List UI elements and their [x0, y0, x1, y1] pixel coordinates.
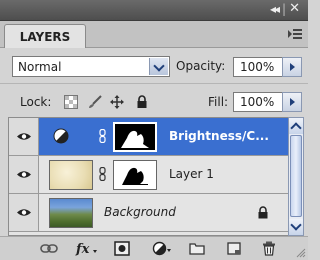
new-layer-icon[interactable]: [226, 241, 242, 256]
layer-name[interactable]: Brightness/C...: [169, 129, 269, 143]
layers-bottom-toolbar: fx: [0, 236, 308, 260]
scroll-down-button[interactable]: [289, 219, 303, 235]
panel-title-bar: ◂◂ | ✕: [0, 0, 308, 21]
adjustment-layer-icon: [53, 128, 69, 144]
opacity-input[interactable]: 100%: [233, 57, 283, 77]
fill-input[interactable]: 100%: [233, 92, 283, 112]
lock-move-icon[interactable]: [110, 95, 124, 109]
layer-name[interactable]: Layer 1: [169, 167, 214, 181]
lock-fill-row: Lock: Fill: 100%: [0, 83, 308, 118]
mask-silhouette-icon: [122, 167, 148, 185]
blend-mode-value: Normal: [18, 60, 62, 74]
link-chain-icon[interactable]: [99, 129, 106, 143]
layer-row-layer1[interactable]: Layer 1: [9, 156, 289, 194]
collapse-panel-icon[interactable]: ◂◂: [270, 2, 280, 16]
lock-label: Lock:: [20, 95, 52, 109]
delete-layer-icon[interactable]: [262, 241, 276, 256]
layer-row-brightness[interactable]: Brightness/C...: [9, 118, 289, 156]
layer-style-fx-icon[interactable]: fx: [75, 241, 99, 256]
fill-value: 100%: [240, 95, 275, 109]
layer-mask-thumbnail[interactable]: [113, 160, 157, 190]
lock-paint-icon[interactable]: [88, 95, 102, 109]
svg-text:fx: fx: [75, 242, 90, 256]
layer-mask-thumbnail[interactable]: [113, 122, 157, 152]
fill-slider-button[interactable]: [282, 92, 302, 112]
panel-menu-icon[interactable]: [288, 27, 302, 41]
eye-icon: [17, 133, 31, 140]
link-layers-icon[interactable]: [40, 241, 58, 256]
visibility-toggle[interactable]: [9, 118, 39, 155]
lock-all-icon[interactable]: [135, 95, 149, 109]
opacity-slider-button[interactable]: [282, 57, 302, 77]
background-thumbnail[interactable]: [49, 198, 93, 228]
adjustment-layer-icon[interactable]: [152, 241, 172, 256]
layers-list: Brightness/C... Layer 1 Background: [8, 117, 289, 236]
eye-icon: [17, 171, 31, 178]
chevron-down-icon[interactable]: [149, 58, 168, 75]
scroll-up-button[interactable]: [289, 118, 303, 134]
lock-icon: [258, 206, 268, 219]
fill-label: Fill:: [208, 95, 229, 109]
title-bar-divider: |: [281, 2, 286, 16]
tab-row: LAYERS: [0, 21, 308, 48]
add-mask-icon[interactable]: [114, 241, 130, 256]
layer-row-background[interactable]: Background: [9, 194, 289, 232]
scroll-thumb[interactable]: [290, 135, 302, 217]
tab-layers[interactable]: LAYERS: [4, 24, 86, 48]
opacity-label: Opacity:: [176, 59, 226, 73]
visibility-toggle[interactable]: [9, 156, 39, 193]
eye-icon: [17, 209, 31, 216]
link-chain-icon[interactable]: [99, 167, 106, 181]
layer-name[interactable]: Background: [104, 205, 176, 219]
new-group-icon[interactable]: [189, 241, 205, 256]
layers-scrollbar[interactable]: [288, 117, 304, 236]
blend-opacity-row: Normal Opacity: 100%: [0, 50, 308, 80]
mask-silhouette-icon: [121, 130, 149, 148]
layer-thumbnail[interactable]: [49, 160, 93, 190]
resize-grip-icon[interactable]: [296, 248, 306, 258]
visibility-toggle[interactable]: [9, 194, 39, 231]
blend-mode-select[interactable]: Normal: [12, 56, 170, 77]
opacity-value: 100%: [240, 60, 275, 74]
close-icon[interactable]: ✕: [289, 1, 300, 16]
lock-transparent-icon[interactable]: [64, 95, 78, 109]
